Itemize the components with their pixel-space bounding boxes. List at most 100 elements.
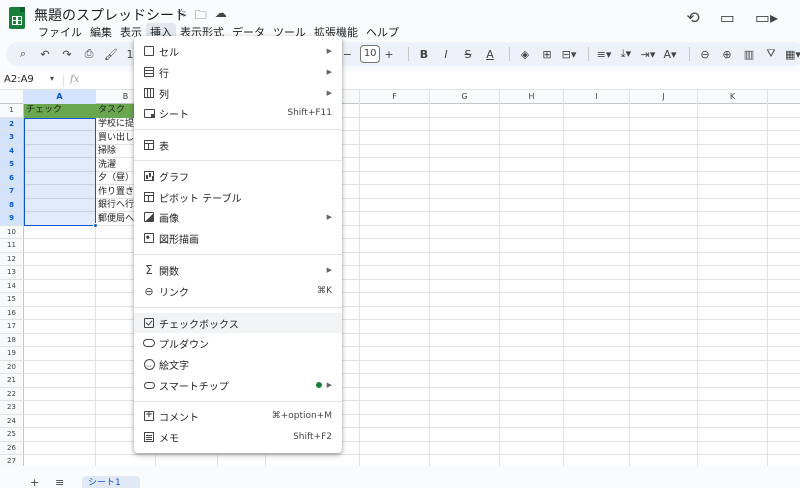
italic-icon[interactable]: I — [437, 44, 455, 64]
redo-icon[interactable]: ↷ — [58, 44, 76, 64]
meet-video-icon[interactable]: ▭▸ — [755, 8, 778, 27]
column-header-K[interactable]: K — [698, 90, 768, 104]
search-menus-icon[interactable]: ⌕ — [14, 44, 32, 64]
row-header-15[interactable]: 15 — [0, 293, 24, 307]
all-sheets-icon[interactable]: ≡ — [55, 476, 64, 488]
submenu-arrow-icon: ▶ — [326, 47, 332, 55]
undo-icon[interactable]: ↶ — [36, 44, 54, 64]
menu-file[interactable]: ファイル — [34, 23, 86, 41]
menu-item-sheet[interactable]: シート Shift+F11 — [134, 103, 342, 123]
filter-icon[interactable]: ⛛ — [762, 44, 780, 64]
text-rotation-icon[interactable]: A▾ — [661, 44, 679, 64]
paint-format-icon[interactable]: 🖌 — [102, 44, 120, 64]
column-headers: ABCDEFGHIJK — [0, 90, 800, 104]
menu-item-comment[interactable]: + コメント ⌘+option+M — [134, 406, 342, 426]
menu-item-note[interactable]: メモ Shift+F2 — [134, 427, 342, 447]
menu-item-cell[interactable]: セル ▶ — [134, 41, 342, 61]
menu-item-column[interactable]: 列 ▶ — [134, 83, 342, 103]
menu-item-image[interactable]: 画像 ▶ — [134, 207, 342, 227]
filter-views-icon[interactable]: ▦▾ — [784, 44, 800, 64]
row-header-6[interactable]: 6 — [0, 171, 24, 185]
fill-color-icon[interactable]: ◈ — [516, 44, 534, 64]
font-size-increase-button[interactable]: + — [380, 44, 398, 64]
row-header-9[interactable]: 9 — [0, 212, 24, 226]
column-header-H[interactable]: H — [500, 90, 564, 104]
select-all-corner[interactable] — [0, 90, 24, 104]
sheet-tab[interactable]: シート1 — [82, 476, 140, 488]
menu-item-chart[interactable]: グラフ — [134, 166, 342, 186]
comment-icon: + — [144, 410, 154, 421]
menu-item-drawing[interactable]: 図形描画 — [134, 228, 342, 248]
row-header-4[interactable]: 4 — [0, 144, 24, 158]
row-header-5[interactable]: 5 — [0, 158, 24, 172]
column-header-J[interactable]: J — [630, 90, 698, 104]
history-icon[interactable]: ⟲ — [686, 8, 699, 27]
menu-item-table[interactable]: 表 — [134, 135, 342, 155]
row-header-17[interactable]: 17 — [0, 320, 24, 334]
menu-item-row[interactable]: 行 ▶ — [134, 62, 342, 82]
sheets-logo-icon[interactable] — [9, 7, 25, 29]
menu-item-link[interactable]: ⊖ リンク ⌘K — [134, 281, 342, 301]
row-header-22[interactable]: 22 — [0, 387, 24, 401]
row-header-3[interactable]: 3 — [0, 131, 24, 145]
row-header-20[interactable]: 20 — [0, 360, 24, 374]
cell-A1[interactable]: チェック — [24, 104, 96, 118]
row-header-13[interactable]: 13 — [0, 266, 24, 280]
row-header-19[interactable]: 19 — [0, 347, 24, 361]
row-header-26[interactable]: 26 — [0, 441, 24, 455]
column-header-F[interactable]: F — [360, 90, 430, 104]
submenu-arrow-icon: ▶ — [326, 381, 332, 389]
row-header-16[interactable]: 16 — [0, 306, 24, 320]
row-header-1[interactable]: 1 — [0, 104, 24, 118]
cell-icon — [143, 45, 155, 57]
menu-edit[interactable]: 編集 — [86, 23, 116, 41]
menu-item-checkbox[interactable]: チェックボックス — [134, 313, 342, 333]
name-box-dropdown-icon[interactable]: ▾ — [50, 74, 54, 83]
text-wrap-icon[interactable]: ⇥▾ — [639, 44, 657, 64]
title-bar: 無題のスプレッドシート ☆ 🗀 ☁ ファイル 編集 表示 挿入 表示形式 データ… — [0, 0, 800, 41]
menu-item-pivot-table[interactable]: ピボット テーブル — [134, 187, 342, 207]
column-header-A[interactable]: A — [24, 90, 96, 104]
merge-cells-icon[interactable]: ⊟▾ — [560, 44, 578, 64]
row-header-23[interactable]: 23 — [0, 401, 24, 415]
drawing-icon — [143, 232, 155, 244]
row-icon — [143, 66, 155, 78]
vertical-align-icon[interactable]: ⤓▾ — [617, 44, 635, 64]
row-header-25[interactable]: 25 — [0, 428, 24, 442]
print-icon[interactable]: ⎙ — [80, 44, 98, 64]
row-header-21[interactable]: 21 — [0, 374, 24, 388]
comments-icon[interactable]: ▭ — [720, 8, 735, 27]
add-sheet-icon[interactable]: + — [30, 476, 39, 488]
menu-help[interactable]: ヘルプ — [362, 23, 403, 41]
menu-item-dropdown[interactable]: プルダウン — [134, 333, 342, 353]
borders-icon[interactable]: ⊞ — [538, 44, 556, 64]
row-header-2[interactable]: 2 — [0, 117, 24, 131]
row-header-8[interactable]: 8 — [0, 198, 24, 212]
insert-link-icon[interactable]: ⊖ — [696, 44, 714, 64]
menu-item-smart-chips[interactable]: スマートチップ ▶ — [134, 375, 342, 395]
menu-item-function[interactable]: Σ 関数 ▶ — [134, 260, 342, 280]
row-header-27[interactable]: 27 — [0, 455, 24, 466]
text-color-icon[interactable]: A — [481, 44, 499, 64]
row-header-10[interactable]: 10 — [0, 225, 24, 239]
row-header-12[interactable]: 12 — [0, 252, 24, 266]
bold-icon[interactable]: B — [415, 44, 433, 64]
column-header-I[interactable]: I — [564, 90, 630, 104]
name-box[interactable]: A2:A9 — [4, 74, 34, 85]
menu-divider — [134, 254, 342, 255]
row-header-11[interactable]: 11 — [0, 239, 24, 253]
horizontal-align-icon[interactable]: ≡▾ — [595, 44, 613, 64]
sheet-grid[interactable]: ABCDEFGHIJK 1234567891011121314151617181… — [0, 90, 800, 466]
insert-chart-icon[interactable]: ▥ — [740, 44, 758, 64]
document-title[interactable]: 無題のスプレッドシート — [34, 5, 188, 25]
font-size-input[interactable]: 10 — [360, 45, 380, 63]
row-header-18[interactable]: 18 — [0, 333, 24, 347]
row-header-24[interactable]: 24 — [0, 414, 24, 428]
fill-handle[interactable] — [93, 223, 98, 228]
row-header-7[interactable]: 7 — [0, 185, 24, 199]
column-header-G[interactable]: G — [430, 90, 500, 104]
menu-item-emoji[interactable]: ‿ 絵文字 — [134, 354, 342, 374]
insert-comment-icon[interactable]: ⊕ — [718, 44, 736, 64]
row-header-14[interactable]: 14 — [0, 279, 24, 293]
strikethrough-icon[interactable]: S — [459, 44, 477, 64]
